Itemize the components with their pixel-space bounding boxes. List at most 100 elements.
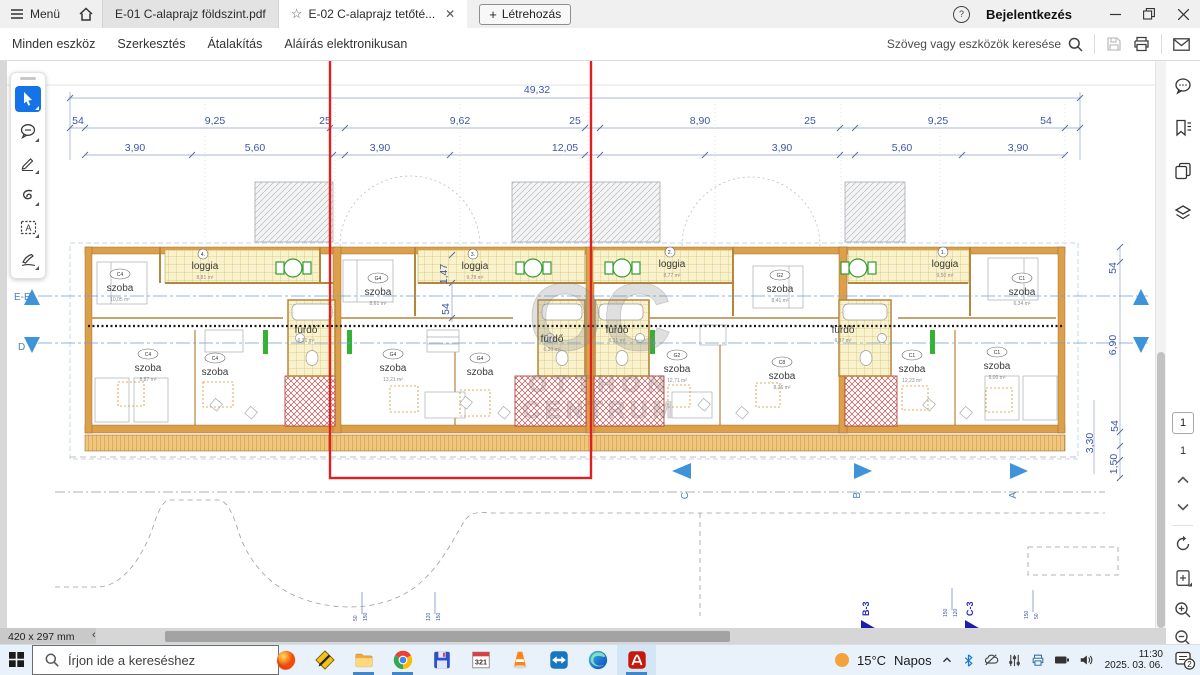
highlight-tool[interactable] [15,150,41,176]
acrobat-titlebar: Menü E-01 C-alaprajz földszint.pdf ☆ E-0… [0,0,1200,28]
divider [1094,34,1095,54]
restore-icon [1143,8,1155,20]
close-icon [1178,9,1189,20]
create-button[interactable]: + Létrehozás [479,4,571,25]
room-label-loggia: loggia [659,259,686,270]
sign-in-button[interactable]: Bejelentkezés [986,7,1072,22]
room-label-szoba: szoba [202,367,229,378]
tab-e01-foldszint[interactable]: E-01 C-alaprajz földszint.pdf [102,0,279,28]
comments-panel-icon[interactable] [1174,77,1192,95]
section-marker-label: B [852,492,863,499]
help-button[interactable]: ? [953,6,970,23]
fill-sign-tool[interactable] [15,246,41,272]
printer-icon[interactable] [1030,653,1046,667]
weather-sun-icon[interactable] [835,653,849,667]
edge-icon[interactable] [578,645,617,675]
media-player-321-icon[interactable]: 321 [461,645,500,675]
audio-mixer-icon[interactable] [1007,653,1022,668]
bluetooth-icon[interactable] [962,653,975,668]
right-tools-panel: 1 1 [1165,61,1200,645]
power-icon[interactable] [1054,654,1070,666]
acrobat-icon[interactable] [617,645,656,675]
menu-minden-eszkoz[interactable]: Minden eszköz [12,37,95,51]
taskbar-clock[interactable]: 11:30 2025. 03. 06. [1105,649,1163,671]
firefox-icon[interactable] [266,645,305,675]
comment-tool[interactable] [15,118,41,144]
start-button[interactable] [9,652,24,667]
quick-tools-palette: A [10,72,46,279]
draw-tool[interactable] [15,182,41,208]
bottom-tick-lines [362,588,1033,614]
email-icon[interactable] [1173,38,1190,51]
room-area-label: 8,26 m² [774,385,791,391]
menu-atalakitas[interactable]: Átalakítás [207,37,262,51]
vertical-scrollbar[interactable] [1155,61,1166,645]
menu-label: Menü [30,7,60,21]
zoom-in-icon[interactable] [1174,601,1192,619]
room-badge-label: G2 [777,273,784,279]
chrome-icon[interactable] [383,645,422,675]
collapse-arrow-icon[interactable]: ‹ [92,629,96,641]
dimension-label: 3,90 [370,142,391,154]
tab-close-icon[interactable]: ✕ [441,7,455,21]
fit-page-icon[interactable] [1174,569,1192,587]
tool-expand-arrow [35,170,39,174]
teamviewer-icon[interactable] [539,645,578,675]
room-badge-label: G4 [477,356,484,362]
horizontal-scrollbar-thumb[interactable] [165,631,730,642]
floppy-app-icon[interactable] [422,645,461,675]
room-badge-label: G4 [390,352,397,358]
pages-panel-icon[interactable] [1174,162,1192,180]
tool-expand-arrow [35,202,39,206]
tab-e02-tetoter[interactable]: ☆ E-02 C-alaprajz tetőté... ✕ [279,0,467,28]
grid-ref-label: B-3 [861,601,871,616]
building-base-strip [85,435,1065,451]
hamburger-icon [10,8,24,20]
weather-temperature[interactable]: 15°C [857,653,886,668]
room-label-loggia: loggia [932,259,959,270]
page-number-input[interactable]: 1 [1172,412,1194,434]
vlc-icon[interactable] [500,645,539,675]
comment-icon [19,123,37,139]
file-explorer-icon[interactable] [344,645,383,675]
previous-page-icon[interactable] [1174,471,1192,489]
minimize-button[interactable] [1098,0,1132,28]
weather-condition[interactable]: Napos [894,653,932,668]
home-icon [78,7,94,22]
notification-center-icon[interactable]: 2 [1174,650,1196,670]
dimension-label: 54 [1109,420,1121,432]
taskbar-search-input[interactable]: Írjon ide a kereséshez [32,645,279,675]
print-icon[interactable] [1133,36,1150,52]
rotate-page-icon[interactable] [1174,535,1192,553]
star-icon[interactable]: ☆ [291,6,303,22]
text-box-tool[interactable]: A [15,214,41,240]
pdf-document-canvas[interactable]: OC OTTHON CENTRUM 549,25259,62258,90259,… [0,57,1156,645]
small-dimension-label: 150 [943,608,949,617]
select-tool[interactable] [15,86,41,112]
save-icon[interactable] [1106,36,1122,52]
paint-app-icon[interactable] [305,645,344,675]
tool-expand-arrow [35,138,39,142]
layers-panel-icon[interactable] [1174,204,1192,222]
tray-expand-icon[interactable] [940,653,954,667]
room-badge-label: C1 [994,350,1001,356]
svg-text:321: 321 [474,658,486,667]
menu-alairas[interactable]: Aláírás elektronikusan [284,37,407,51]
next-page-icon[interactable] [1174,498,1192,516]
room-area-label: 6,34 m² [1014,301,1031,307]
speaker-icon[interactable] [1078,653,1094,667]
menu-button[interactable]: Menü [0,0,70,28]
dimension-label: 1,47 [438,264,450,285]
menu-szerkesztes[interactable]: Szerkesztés [117,37,185,51]
room-area-label: 10,05 m² [110,297,130,303]
vertical-scrollbar-thumb[interactable] [1157,352,1165,628]
home-button[interactable] [70,0,102,28]
restore-button[interactable] [1132,0,1166,28]
tool-expand-arrow [35,106,39,110]
close-button[interactable] [1166,0,1200,28]
pdf-search-button[interactable]: Szöveg vagy eszközök keresése [887,37,1083,52]
onedrive-paused-icon[interactable] [983,653,999,667]
room-area-label: 6,31 m² [609,338,626,344]
bookmarks-panel-icon[interactable] [1174,119,1192,137]
palette-drag-handle[interactable] [20,77,36,80]
